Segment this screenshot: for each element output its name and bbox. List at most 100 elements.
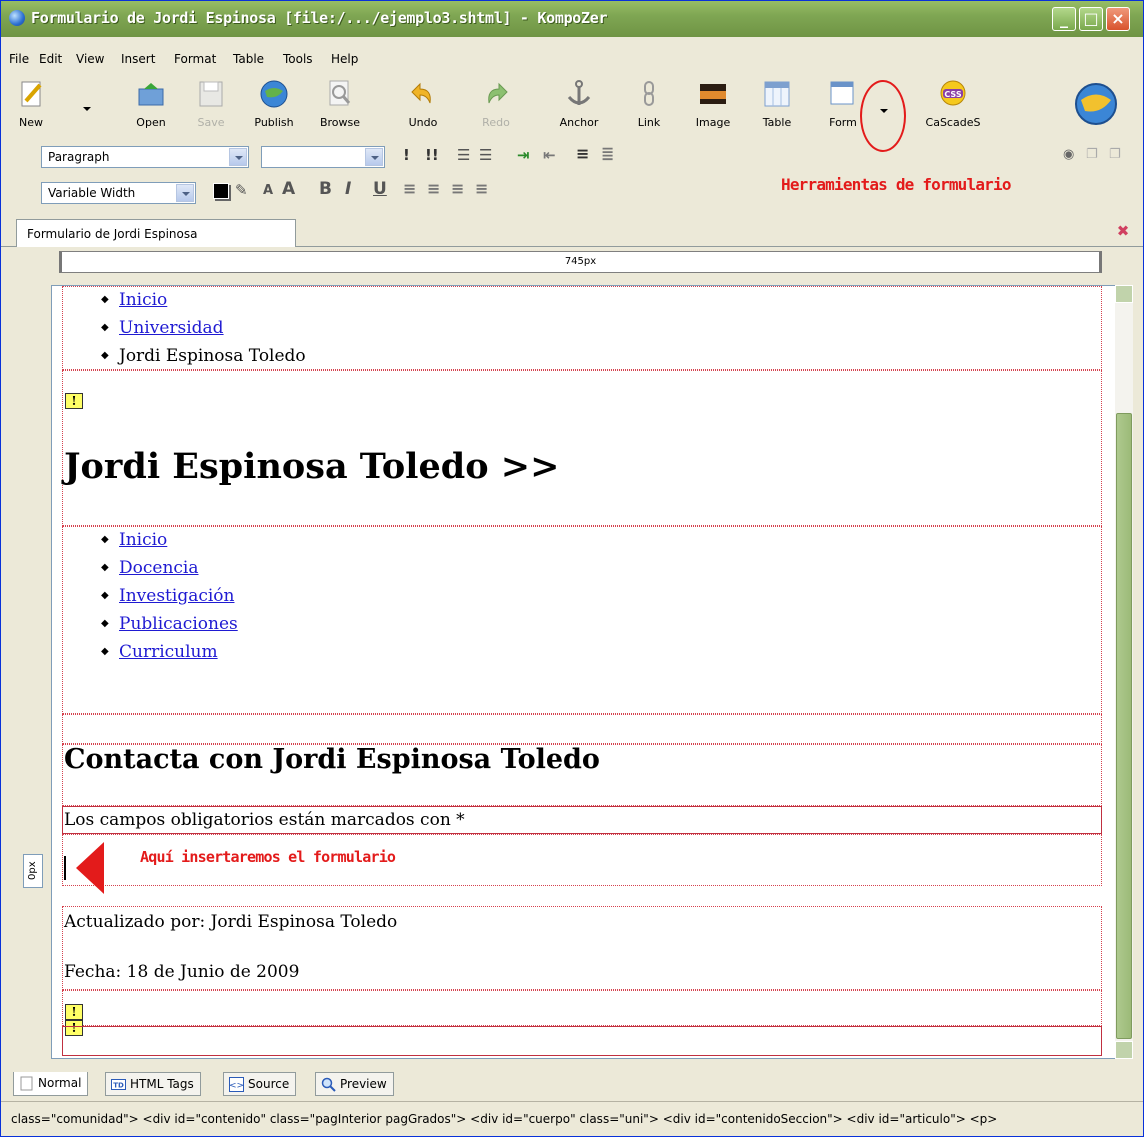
- nav-item[interactable]: Inicio: [96, 526, 238, 554]
- publish-globe-icon: [259, 79, 289, 109]
- new-page-pencil-icon: [16, 79, 46, 109]
- larger-font-icon[interactable]: A: [282, 179, 295, 199]
- indent-icon[interactable]: ⇥: [517, 146, 530, 164]
- definition-term-icon[interactable]: ≡: [576, 144, 589, 163]
- open-button[interactable]: Open: [121, 79, 181, 129]
- scroll-up-icon[interactable]: [1115, 285, 1133, 303]
- paste-style-icon[interactable]: ❐: [1109, 147, 1121, 162]
- document-tab-strip: Formulario de Jordi Espinosa ✖: [1, 215, 1143, 247]
- new-dropdown-arrow-icon[interactable]: [83, 107, 91, 111]
- image-button[interactable]: Image: [683, 79, 743, 129]
- tag-path[interactable]: class="comunidad"> <div id="contenido" c…: [11, 1112, 997, 1126]
- menu-format[interactable]: Format: [174, 52, 216, 66]
- definition-description-icon[interactable]: ≣: [601, 144, 614, 163]
- class-select[interactable]: [261, 146, 385, 168]
- outdent-icon[interactable]: ⇤: [543, 146, 556, 164]
- italic-icon[interactable]: I: [345, 179, 351, 199]
- undo-button[interactable]: Undo: [393, 79, 453, 129]
- margin-indicator-label: 0px: [27, 861, 38, 881]
- tab-html-tags[interactable]: TD HTML Tags: [105, 1072, 201, 1096]
- minimize-button[interactable]: _: [1052, 7, 1076, 31]
- menu-file[interactable]: File: [9, 52, 29, 66]
- document-tab[interactable]: Formulario de Jordi Espinosa: [16, 219, 296, 247]
- highlight-oval: [860, 80, 906, 152]
- new-label: New: [19, 116, 43, 129]
- tab-source[interactable]: <> Source: [223, 1072, 297, 1096]
- nav-item[interactable]: Curriculum: [96, 638, 238, 666]
- maximize-button[interactable]: □: [1079, 7, 1103, 31]
- editor-canvas[interactable]: Inicio Universidad Jordi Espinosa Toledo…: [51, 285, 1117, 1059]
- align-center-icon[interactable]: ≡: [427, 179, 440, 198]
- nav-link-curriculum[interactable]: Curriculum: [119, 642, 218, 662]
- scroll-thumb[interactable]: [1116, 413, 1132, 1039]
- nav-link-inicio[interactable]: Inicio: [119, 530, 167, 550]
- menu-view[interactable]: View: [76, 52, 104, 66]
- breadcrumb-link-universidad[interactable]: Universidad: [119, 318, 224, 338]
- font-select[interactable]: Variable Width: [41, 182, 196, 204]
- underline-icon[interactable]: U: [373, 179, 387, 199]
- scroll-down-icon[interactable]: [1115, 1041, 1133, 1059]
- tab-html-tags-label: HTML Tags: [130, 1077, 194, 1091]
- title-bar: Formulario de Jordi Espinosa [file:/.../…: [1, 1, 1143, 37]
- nav-link-docencia[interactable]: Docencia: [119, 558, 199, 578]
- smaller-font-icon[interactable]: A: [263, 183, 273, 198]
- redo-arrow-icon: [481, 79, 511, 109]
- margin-indicator: 0px: [23, 854, 43, 888]
- chevron-down-icon: [229, 148, 247, 166]
- menu-tools[interactable]: Tools: [283, 52, 313, 66]
- strong-icon[interactable]: !!: [425, 146, 439, 164]
- warning-marker-icon[interactable]: !: [65, 1004, 83, 1020]
- font-value: Variable Width: [48, 186, 136, 200]
- css-inspect-icon[interactable]: ◉: [1063, 147, 1074, 162]
- align-right-icon[interactable]: ≡: [451, 179, 464, 198]
- nav-link-investigacion[interactable]: Investigación: [119, 586, 234, 606]
- document-tab-label: Formulario de Jordi Espinosa: [27, 227, 198, 241]
- menu-table[interactable]: Table: [233, 52, 264, 66]
- browse-button[interactable]: Browse: [310, 79, 370, 129]
- kompozer-app-icon: [9, 10, 25, 26]
- breadcrumb-item[interactable]: Universidad: [96, 314, 306, 342]
- copy-style-icon[interactable]: ❐: [1086, 147, 1098, 162]
- save-button[interactable]: Save: [181, 79, 241, 129]
- source-code-icon: <>: [229, 1077, 244, 1092]
- publish-button[interactable]: Publish: [244, 79, 304, 129]
- preview-magnifier-icon: [321, 1077, 336, 1092]
- width-ruler: 745px: [59, 251, 1102, 273]
- warning-marker-icon[interactable]: !: [65, 393, 83, 409]
- strong-emphasis-icon[interactable]: !: [403, 146, 410, 164]
- nav-link-publicaciones[interactable]: Publicaciones: [119, 614, 238, 634]
- close-tab-icon[interactable]: ✖: [1115, 223, 1131, 239]
- nav-item[interactable]: Publicaciones: [96, 610, 238, 638]
- close-icon: ×: [1111, 9, 1125, 28]
- minimize-icon: _: [1060, 9, 1068, 28]
- numbered-list-icon[interactable]: ☰: [457, 146, 470, 164]
- table-button[interactable]: Table: [747, 79, 807, 129]
- highlight-pen-icon[interactable]: ✎: [235, 181, 248, 199]
- nav-item[interactable]: Docencia: [96, 554, 238, 582]
- vertical-scrollbar[interactable]: [1115, 285, 1133, 1059]
- menu-bar: File Edit View Insert Format Table Tools…: [1, 49, 1143, 71]
- close-window-button[interactable]: ×: [1106, 7, 1130, 31]
- menu-insert[interactable]: Insert: [121, 52, 155, 66]
- tab-normal[interactable]: Normal: [13, 1072, 89, 1096]
- justify-icon[interactable]: ≡: [475, 179, 488, 198]
- menu-edit[interactable]: Edit: [39, 52, 62, 66]
- bold-icon[interactable]: B: [319, 179, 332, 199]
- breadcrumb-item[interactable]: Inicio: [96, 286, 306, 314]
- redo-button[interactable]: Redo: [466, 79, 526, 129]
- tab-preview[interactable]: Preview: [315, 1072, 394, 1096]
- paragraph-format-select[interactable]: Paragraph: [41, 146, 249, 168]
- updated-date: Fecha: 18 de Junio de 2009: [64, 962, 300, 982]
- align-left-icon[interactable]: ≡: [403, 179, 416, 198]
- text-color-swatch[interactable]: [213, 183, 229, 199]
- anchor-button[interactable]: Anchor: [549, 79, 609, 129]
- breadcrumb: Inicio Universidad Jordi Espinosa Toledo: [96, 286, 306, 370]
- breadcrumb-link-inicio[interactable]: Inicio: [119, 290, 167, 310]
- nav-item[interactable]: Investigación: [96, 582, 238, 610]
- bullet-list-icon[interactable]: ☰: [479, 146, 492, 164]
- redo-label: Redo: [482, 116, 510, 129]
- cascades-button[interactable]: CSS CaScadeS: [923, 79, 983, 129]
- link-button[interactable]: Link: [619, 79, 679, 129]
- menu-help[interactable]: Help: [331, 52, 358, 66]
- new-button[interactable]: New: [1, 79, 61, 129]
